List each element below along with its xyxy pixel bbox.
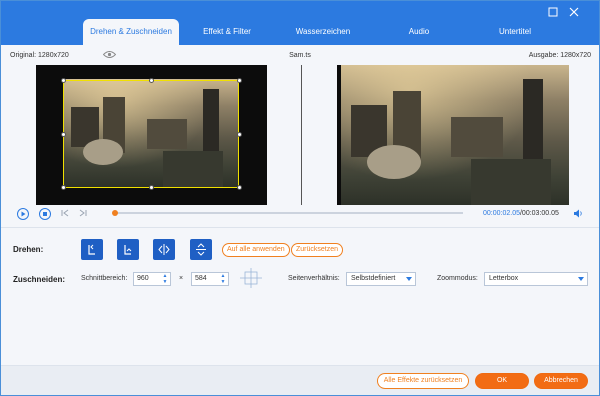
close-icon[interactable]: [567, 5, 581, 19]
zoom-mode-label: Zoommodus:: [437, 275, 478, 282]
crop-handle[interactable]: [61, 132, 66, 137]
restore-icon[interactable]: [546, 5, 560, 19]
crop-handle[interactable]: [149, 78, 154, 83]
time-display: 00:00:02.05/00:03:00.05: [483, 210, 559, 217]
stop-button[interactable]: [39, 208, 51, 220]
aspect-ratio-label: Seitenverhältnis:: [288, 275, 340, 282]
tab-effect-filter[interactable]: Effekt & Filter: [179, 19, 275, 45]
volume-icon[interactable]: [573, 209, 583, 218]
times-sign: ×: [179, 275, 184, 282]
flip-horizontal-button[interactable]: [153, 239, 175, 260]
tab-rotate-crop[interactable]: Drehen & Zuschneiden: [83, 19, 179, 45]
crop-handle[interactable]: [237, 132, 242, 137]
center-crop-icon[interactable]: [240, 268, 262, 288]
crop-handle[interactable]: [237, 185, 242, 190]
output-resolution: Ausgabe: 1280x720: [528, 51, 591, 59]
edit-window: Drehen & Zuschneiden Effekt & Filter Was…: [0, 0, 600, 396]
tab-audio[interactable]: Audio: [371, 19, 467, 45]
zoom-mode-select[interactable]: Letterbox: [484, 272, 588, 286]
section-divider: [1, 227, 599, 228]
crop-height-input[interactable]: 584 ▲ ▼: [191, 272, 229, 286]
crop-handle[interactable]: [61, 185, 66, 190]
output-preview: [337, 65, 569, 205]
chevron-down-icon: [406, 277, 412, 281]
width-stepper-icon[interactable]: ▲ ▼: [161, 273, 169, 285]
crop-height-value: 584: [195, 275, 207, 282]
apply-to-all-button[interactable]: Auf alle anwenden: [222, 243, 290, 257]
crop-width-input[interactable]: 960 ▲ ▼: [133, 272, 171, 286]
flip-vertical-button[interactable]: [190, 239, 212, 260]
title-bar: Drehen & Zuschneiden Effekt & Filter Was…: [1, 1, 599, 45]
crop-area-label: Schnittbereich:: [81, 275, 128, 282]
reset-all-effects-button[interactable]: Alle Effekte zurücksetzen: [377, 373, 469, 389]
rotate-right-button[interactable]: [117, 239, 139, 260]
crop-handle[interactable]: [237, 78, 242, 83]
info-bar: Original: 1280x720 Sam.ts Ausgabe: 1280x…: [1, 45, 599, 65]
video-frame-output: [341, 65, 569, 205]
cancel-button[interactable]: Abbrechen: [534, 373, 588, 389]
crop-label: Zuschneiden:: [13, 275, 66, 284]
zoom-mode-value: Letterbox: [489, 275, 519, 282]
next-frame-icon[interactable]: [78, 208, 88, 220]
height-stepper-icon[interactable]: ▲ ▼: [219, 273, 227, 285]
chevron-down-icon: [578, 277, 584, 281]
tab-subtitle[interactable]: Untertitel: [467, 19, 563, 45]
rotate-label: Drehen:: [13, 245, 44, 254]
reset-button[interactable]: Zurücksetzen: [291, 243, 344, 257]
current-time: 00:00:02.05: [483, 210, 520, 217]
aspect-ratio-value: Selbstdefiniert: [351, 275, 396, 282]
total-time: /00:03:00.05: [519, 210, 559, 217]
previous-frame-icon[interactable]: [60, 208, 70, 220]
progress-track[interactable]: [113, 212, 463, 214]
aspect-ratio-select[interactable]: Selbstdefiniert: [346, 272, 416, 286]
tab-bar: Drehen & Zuschneiden Effekt & Filter Was…: [83, 19, 563, 45]
tab-watermark[interactable]: Wasserzeichen: [275, 19, 371, 45]
preview-divider: [301, 65, 302, 205]
rotate-left-button[interactable]: [81, 239, 103, 260]
play-button[interactable]: [17, 208, 29, 220]
crop-selection[interactable]: [61, 78, 242, 190]
crop-handle[interactable]: [61, 78, 66, 83]
ok-button[interactable]: OK: [475, 373, 529, 389]
file-name: Sam.ts: [289, 51, 311, 59]
progress-thumb[interactable]: [111, 210, 118, 216]
crop-handle[interactable]: [149, 185, 154, 190]
crop-width-value: 960: [137, 275, 149, 282]
